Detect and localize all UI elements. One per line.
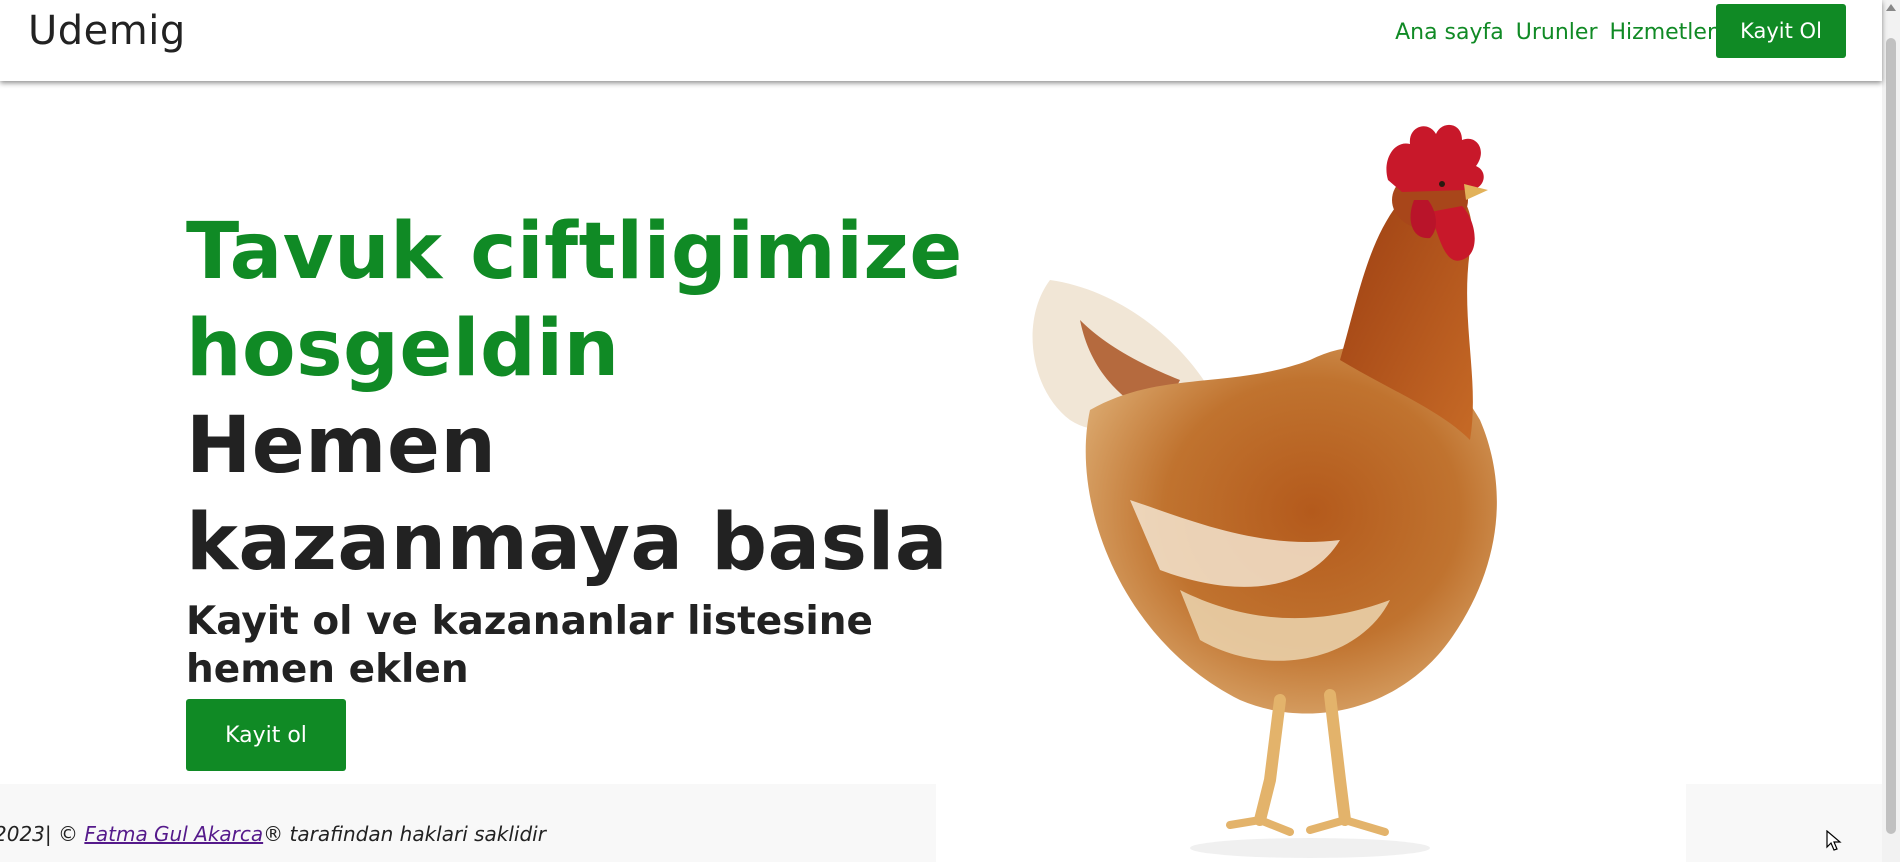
nav-services-link[interactable]: Hizmetler: [1610, 20, 1717, 45]
hero-title-line-4: kazanmaya basla: [186, 498, 948, 588]
nav-products-link[interactable]: Urunler: [1516, 20, 1598, 45]
footer-author-link[interactable]: Fatma Gul Akarca: [84, 822, 263, 846]
page: Udemig Ana sayfa Urunler Hizmetler Kayit…: [0, 0, 1900, 862]
hero-title-line-1: Tavuk ciftligimize: [186, 207, 963, 297]
footer-copyright: 2023| © Fatma Gul Akarca® tarafindan hak…: [0, 822, 546, 846]
signup-button[interactable]: Kayit Ol: [1716, 4, 1846, 58]
nav-links: Ana sayfa Urunler Hizmetler: [1395, 20, 1716, 45]
hero-signup-button[interactable]: Kayit ol: [186, 699, 346, 771]
brand-logo[interactable]: Udemig: [28, 8, 186, 54]
hero-title-line-3: Hemen: [186, 401, 497, 491]
scroll-up-arrow-icon[interactable]: [1886, 4, 1896, 11]
footer-suffix: ® tarafindan haklari saklidir: [263, 822, 546, 846]
hero-title-line-2: hosgeldin: [186, 304, 620, 394]
mouse-cursor-icon: [1826, 830, 1842, 851]
page-scrollbar[interactable]: [1882, 0, 1900, 862]
hero-subheading: Kayit ol ve kazananlar listesine hemen e…: [186, 599, 873, 692]
footer-prefix: 2023| ©: [0, 822, 85, 846]
rooster-image: [1032, 124, 1497, 858]
scroll-thumb[interactable]: [1886, 38, 1896, 834]
hero-text: Tavuk ciftligimize hosgeldin Hemen kazan…: [186, 204, 966, 694]
nav-home-link[interactable]: Ana sayfa: [1395, 20, 1504, 45]
footer-strip-right: [1686, 784, 1882, 862]
navbar: Udemig Ana sayfa Urunler Hizmetler Kayit…: [0, 0, 1882, 81]
